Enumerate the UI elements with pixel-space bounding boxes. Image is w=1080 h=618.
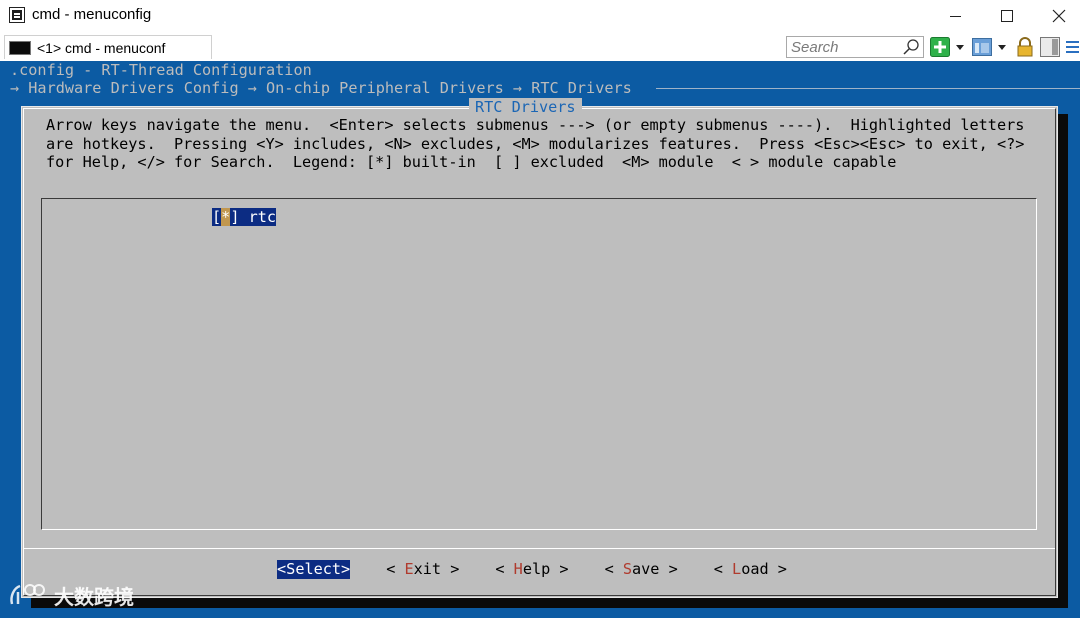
exit-button[interactable]: < Exit > [386, 560, 459, 579]
checkbox-open: [ [212, 208, 222, 226]
menu-item-label: rtc [239, 208, 277, 226]
help-button[interactable]: < Help > [495, 560, 568, 579]
search-placeholder: Search [791, 39, 839, 56]
button-separator [24, 548, 1055, 549]
dialog-title: RTC Drivers [475, 98, 576, 116]
dialog-shadow-right [1058, 114, 1068, 606]
view-icon[interactable] [972, 37, 992, 57]
button-bar: <Select> < Exit > < Help > < Save > < Load > [277, 560, 787, 579]
minimize-button[interactable] [932, 0, 978, 32]
dialog-title-wrap: RTC Drivers [469, 98, 582, 116]
checkbox-state[interactable]: * [221, 208, 231, 226]
console-tab-icon [9, 41, 31, 55]
search-input[interactable]: Search [786, 36, 924, 58]
window-title: cmd - menuconfig [32, 6, 152, 23]
console-tab[interactable]: <1> cmd - menuconf [4, 35, 212, 59]
watermark-logo-icon [10, 584, 45, 605]
load-button[interactable]: < Load > [714, 560, 787, 579]
view-dropdown-icon[interactable] [998, 45, 1006, 50]
cmd-app-icon [9, 7, 25, 23]
panel-icon[interactable] [1040, 37, 1060, 57]
menu-icon[interactable] [1064, 37, 1080, 57]
watermark-text: 大数跨境 [54, 584, 134, 609]
search-icon[interactable] [902, 38, 920, 56]
dialog-shadow-bottom [31, 598, 1068, 608]
breadcrumb-rule [656, 88, 1080, 89]
menu-list: [*] rtc [41, 198, 1037, 530]
menuconfig-dialog: RTC Drivers Arrow keys navigate the menu… [21, 98, 1058, 598]
lock-icon[interactable] [1015, 37, 1035, 57]
save-button[interactable]: < Save > [605, 560, 678, 579]
title-bar: cmd - menuconfig [0, 0, 1080, 32]
close-icon [1052, 9, 1066, 23]
tab-label: <1> cmd - menuconf [37, 40, 166, 56]
help-line-1: Arrow keys navigate the menu. <Enter> se… [46, 116, 1025, 134]
watermark: 大数跨境 [8, 580, 134, 610]
console-area: .config - RT-Thread Configuration → Hard… [0, 61, 1080, 618]
help-line-3: for Help, </> for Search. Legend: [*] bu… [46, 153, 897, 171]
new-console-dropdown-icon[interactable] [956, 45, 964, 50]
breadcrumb: → Hardware Drivers Config → On-chip Peri… [10, 79, 641, 97]
new-console-icon[interactable] [930, 37, 950, 57]
close-button[interactable] [1036, 0, 1080, 32]
toolbar: <1> cmd - menuconf Search [0, 33, 1080, 61]
maximize-icon [1001, 10, 1013, 22]
config-title: .config - RT-Thread Configuration [10, 61, 312, 79]
menu-item-rtc[interactable]: [*] rtc [212, 208, 277, 226]
help-line-2: are hotkeys. Pressing <Y> includes, <N> … [46, 134, 1025, 153]
help-text: Arrow keys navigate the menu. <Enter> se… [46, 116, 1024, 172]
select-button[interactable]: <Select> [277, 560, 351, 579]
maximize-button[interactable] [984, 0, 1030, 32]
minimize-icon [949, 15, 961, 17]
